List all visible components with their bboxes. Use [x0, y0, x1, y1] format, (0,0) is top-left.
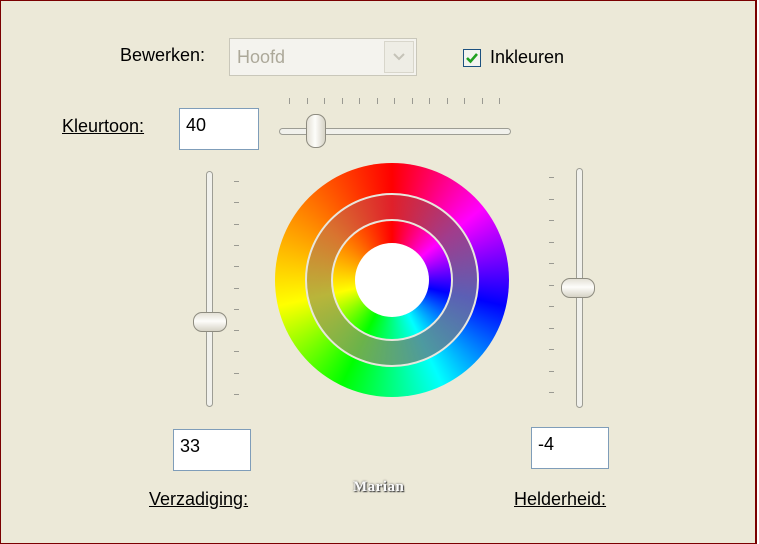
- lightness-slider-thumb[interactable]: [561, 278, 595, 299]
- edit-dropdown-value: Hoofd: [237, 47, 286, 67]
- lightness-tick: [549, 327, 554, 329]
- saturation-tick: [234, 308, 239, 310]
- hue-saturation-dialog: Bewerken: Hoofd Inkleuren Kleurtoon: 40 …: [0, 0, 757, 544]
- saturation-slider-thumb[interactable]: [193, 311, 227, 332]
- saturation-label: Verzadiging:: [149, 489, 249, 509]
- lightness-tick: [549, 370, 554, 372]
- hue-tick: [324, 98, 325, 104]
- hue-tick: [481, 98, 483, 104]
- hue-tick: [429, 98, 430, 104]
- saturation-tick: [234, 351, 239, 353]
- saturation-tick: [234, 330, 239, 332]
- colorize-checkbox[interactable]: [463, 49, 481, 67]
- hue-tick: [499, 98, 500, 104]
- lightness-tick: [549, 306, 554, 307]
- hue-tick: [341, 98, 343, 104]
- lightness-tick: [549, 284, 554, 286]
- saturation-tick: [234, 394, 239, 395]
- chevron-down-icon: [393, 53, 405, 61]
- checkmark-icon: [466, 53, 478, 64]
- hue-tick: [376, 98, 378, 104]
- dropdown-arrow-button[interactable]: [384, 41, 414, 73]
- lightness-tick: [549, 220, 554, 221]
- wheel-center: [355, 243, 429, 317]
- hue-tick: [446, 98, 448, 104]
- saturation-tick: [234, 181, 239, 182]
- saturation-slider-track[interactable]: [206, 171, 213, 407]
- saturation-tick: [234, 202, 239, 204]
- saturation-input[interactable]: 33: [173, 429, 251, 471]
- hue-tick: [394, 98, 395, 104]
- hue-tick: [306, 98, 308, 104]
- colorize-label: Inkleuren: [490, 47, 565, 67]
- saturation-tick: [234, 266, 239, 268]
- hue-label: Kleurtoon:: [62, 116, 145, 136]
- lightness-tick: [549, 349, 554, 350]
- lightness-label: Helderheid:: [514, 489, 607, 509]
- lightness-tick: [549, 241, 554, 243]
- watermark-signature: Marian: [353, 479, 405, 495]
- edit-dropdown[interactable]: Hoofd: [229, 38, 417, 76]
- hue-tick: [464, 98, 465, 104]
- lightness-tick: [549, 263, 554, 264]
- lightness-tick: [549, 198, 554, 200]
- lightness-tick: [549, 392, 554, 393]
- hue-tick: [359, 98, 360, 104]
- lightness-tick: [549, 177, 554, 178]
- hue-input[interactable]: 40: [179, 108, 259, 150]
- color-wheel[interactable]: [275, 163, 509, 397]
- saturation-tick: [234, 244, 239, 246]
- hue-tick: [411, 98, 413, 104]
- hue-slider-thumb[interactable]: [306, 114, 327, 148]
- lightness-input[interactable]: -4: [531, 427, 609, 469]
- saturation-tick: [234, 287, 239, 289]
- saturation-tick: [234, 223, 239, 225]
- edit-label: Bewerken:: [120, 45, 206, 65]
- hue-tick: [289, 98, 290, 104]
- saturation-tick: [234, 372, 239, 374]
